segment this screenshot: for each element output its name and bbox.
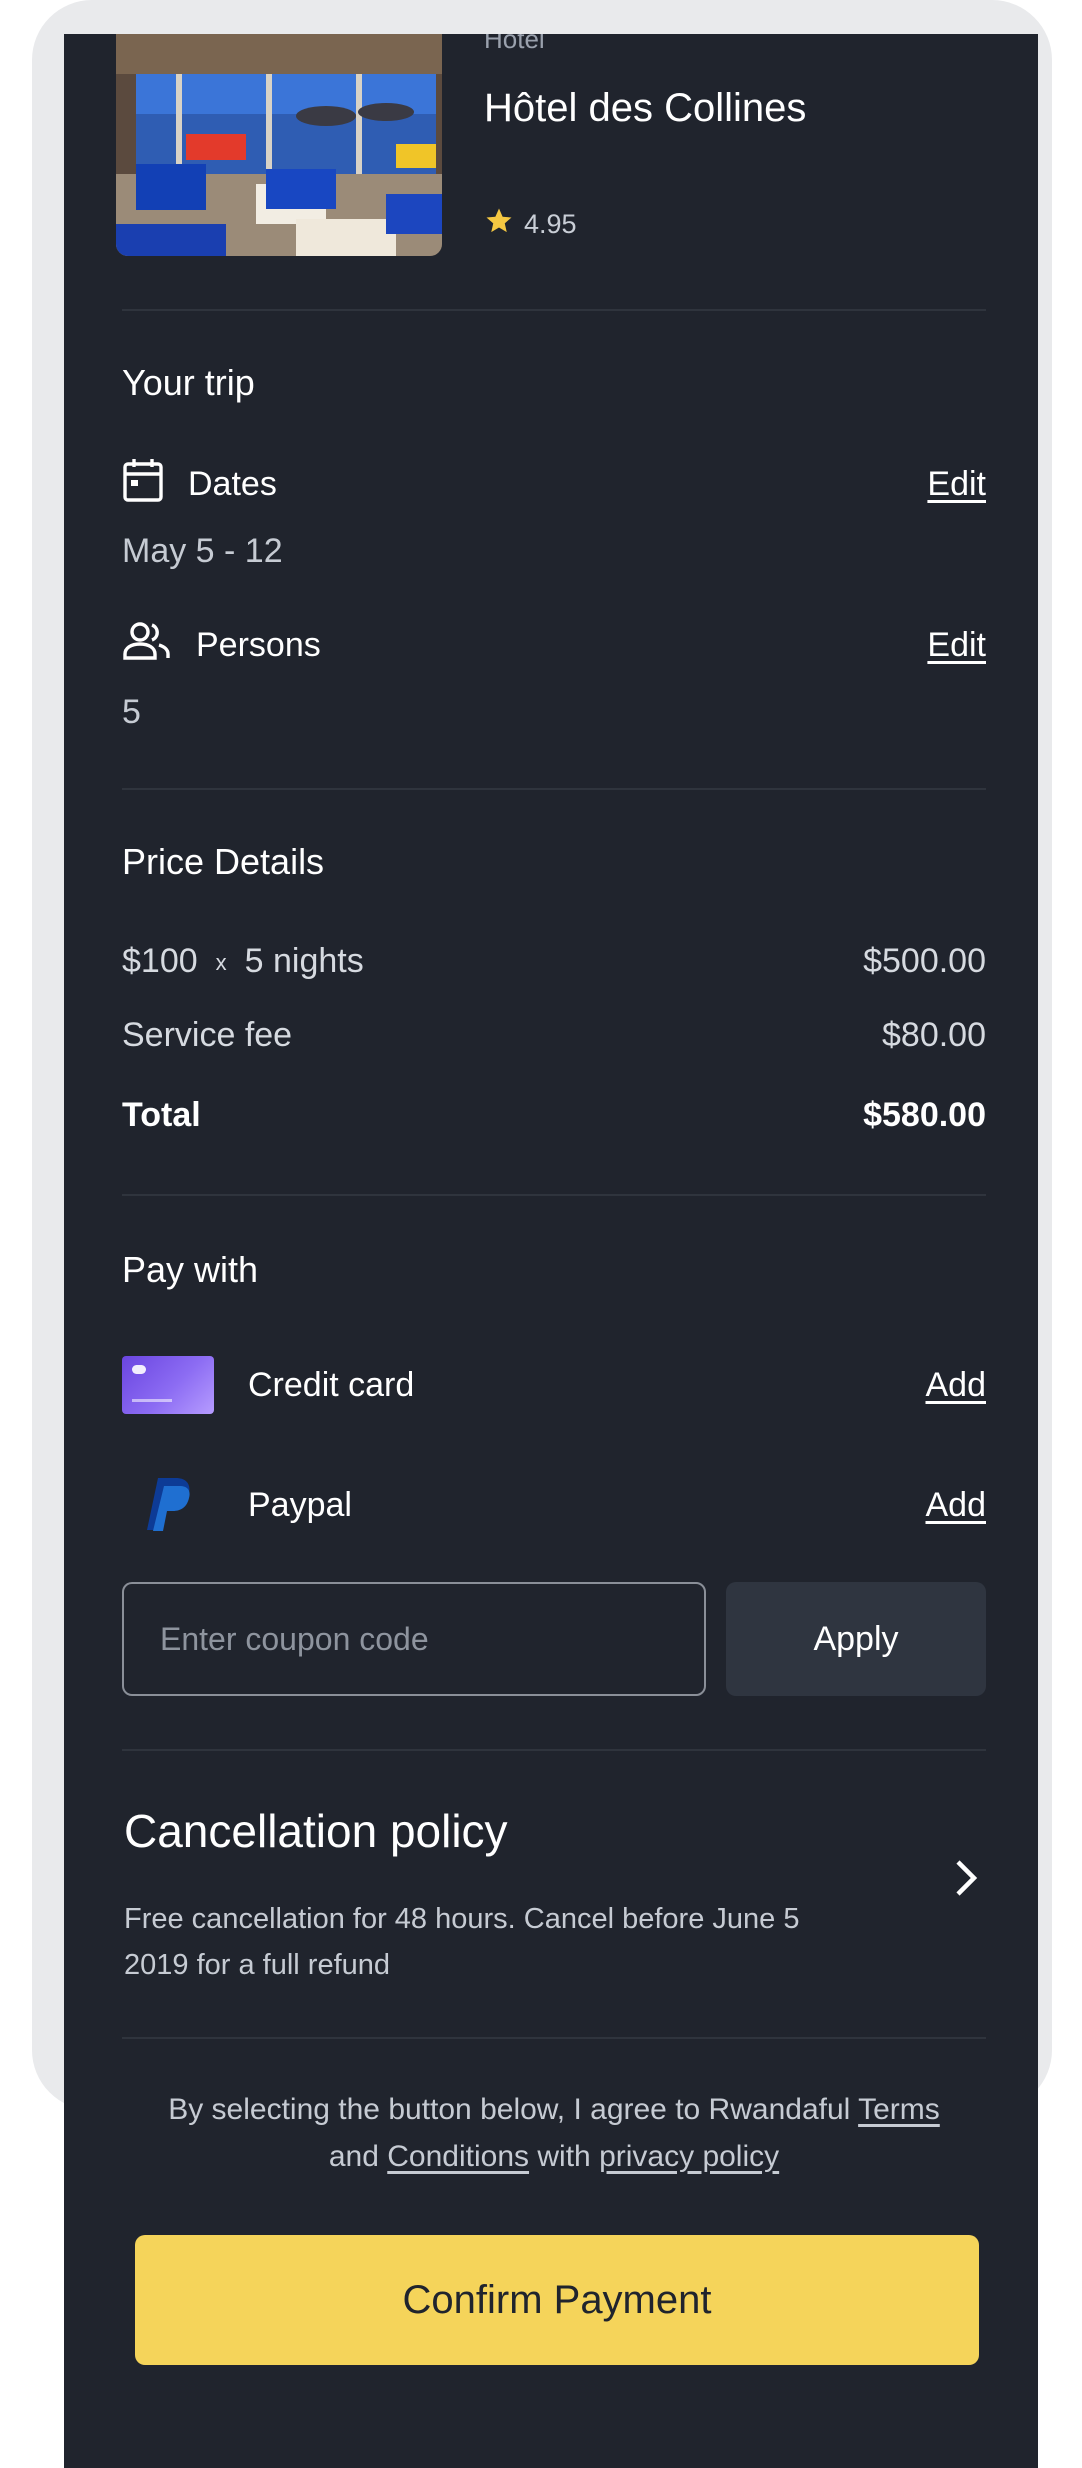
cancellation-policy-row[interactable]: Cancellation policy Free cancellation fo…: [122, 1804, 986, 2004]
payment-method-label: Paypal: [248, 1485, 352, 1524]
persons-row: Persons Edit: [122, 620, 986, 670]
confirm-payment-button[interactable]: Confirm Payment: [135, 2235, 979, 2365]
payment-method-paypal: Paypal Add: [122, 1474, 986, 1536]
conditions-link[interactable]: Conditions: [387, 2140, 529, 2173]
total-row: Total $580.00: [122, 1096, 986, 1135]
nightly-rate-row: $100 x 5 nights $500.00: [122, 942, 986, 981]
trip-section-title: Your trip: [122, 362, 255, 403]
paypal-icon: [122, 1474, 214, 1536]
payment-method-label: Credit card: [248, 1365, 415, 1404]
service-fee-label: Service fee: [122, 1016, 293, 1054]
service-fee-value: $80.00: [882, 1016, 986, 1054]
people-icon: [122, 621, 172, 670]
cancellation-text: Free cancellation for 48 hours. Cancel b…: [124, 1903, 800, 1981]
agreement-prefix: By selecting the button below, I agree t…: [168, 2093, 851, 2126]
hotel-photo: [116, 34, 442, 256]
edit-dates-link[interactable]: Edit: [927, 465, 986, 504]
service-fee-row: Service fee $80.00: [122, 1016, 986, 1055]
edit-persons-link[interactable]: Edit: [927, 626, 986, 665]
divider: [122, 1194, 986, 1196]
rating-value: 4.95: [524, 209, 577, 239]
privacy-policy-link[interactable]: privacy policy: [599, 2140, 779, 2173]
cancellation-title: Cancellation policy: [124, 1805, 508, 1857]
persons-value: 5: [122, 693, 141, 731]
total-label: Total: [122, 1096, 201, 1134]
subtotal-value: $500.00: [863, 942, 986, 980]
multiplier-sign: x: [215, 950, 227, 975]
agreement-with: with: [537, 2140, 591, 2173]
checkout-screen: Hotel Hôtel des Collines 4.95 Your trip …: [64, 34, 1038, 2468]
divider: [122, 309, 986, 311]
agreement-and: and: [328, 2140, 379, 2173]
divider: [122, 2037, 986, 2039]
credit-card-icon: [122, 1356, 214, 1414]
hotel-type-label: Hotel: [484, 34, 545, 54]
nightly-rate: $100: [122, 942, 198, 980]
hotel-name: Hôtel des Collines: [484, 86, 807, 130]
apply-coupon-button[interactable]: Apply: [726, 1582, 986, 1696]
total-value: $580.00: [863, 1096, 986, 1134]
dates-row: Dates Edit: [122, 457, 986, 512]
calendar-icon: [122, 457, 164, 512]
persons-label: Persons: [196, 625, 321, 664]
coupon-code-input[interactable]: [122, 1582, 706, 1696]
star-icon: [484, 206, 514, 243]
nights-count: 5 nights: [244, 942, 364, 980]
terms-link[interactable]: Terms: [858, 2093, 940, 2126]
chevron-right-icon: [946, 1858, 986, 1898]
payment-section-title: Pay with: [122, 1249, 259, 1290]
price-section-title: Price Details: [122, 841, 325, 882]
dates-value: May 5 - 12: [122, 532, 283, 570]
terms-agreement-text: By selecting the button below, I agree t…: [122, 2086, 986, 2180]
dates-label: Dates: [188, 464, 277, 503]
divider: [122, 788, 986, 790]
hotel-rating: 4.95: [484, 206, 577, 243]
add-paypal-link[interactable]: Add: [926, 1486, 987, 1525]
add-credit-card-link[interactable]: Add: [926, 1366, 987, 1405]
divider: [122, 1749, 986, 1751]
payment-method-credit-card: Credit card Add: [122, 1354, 986, 1416]
